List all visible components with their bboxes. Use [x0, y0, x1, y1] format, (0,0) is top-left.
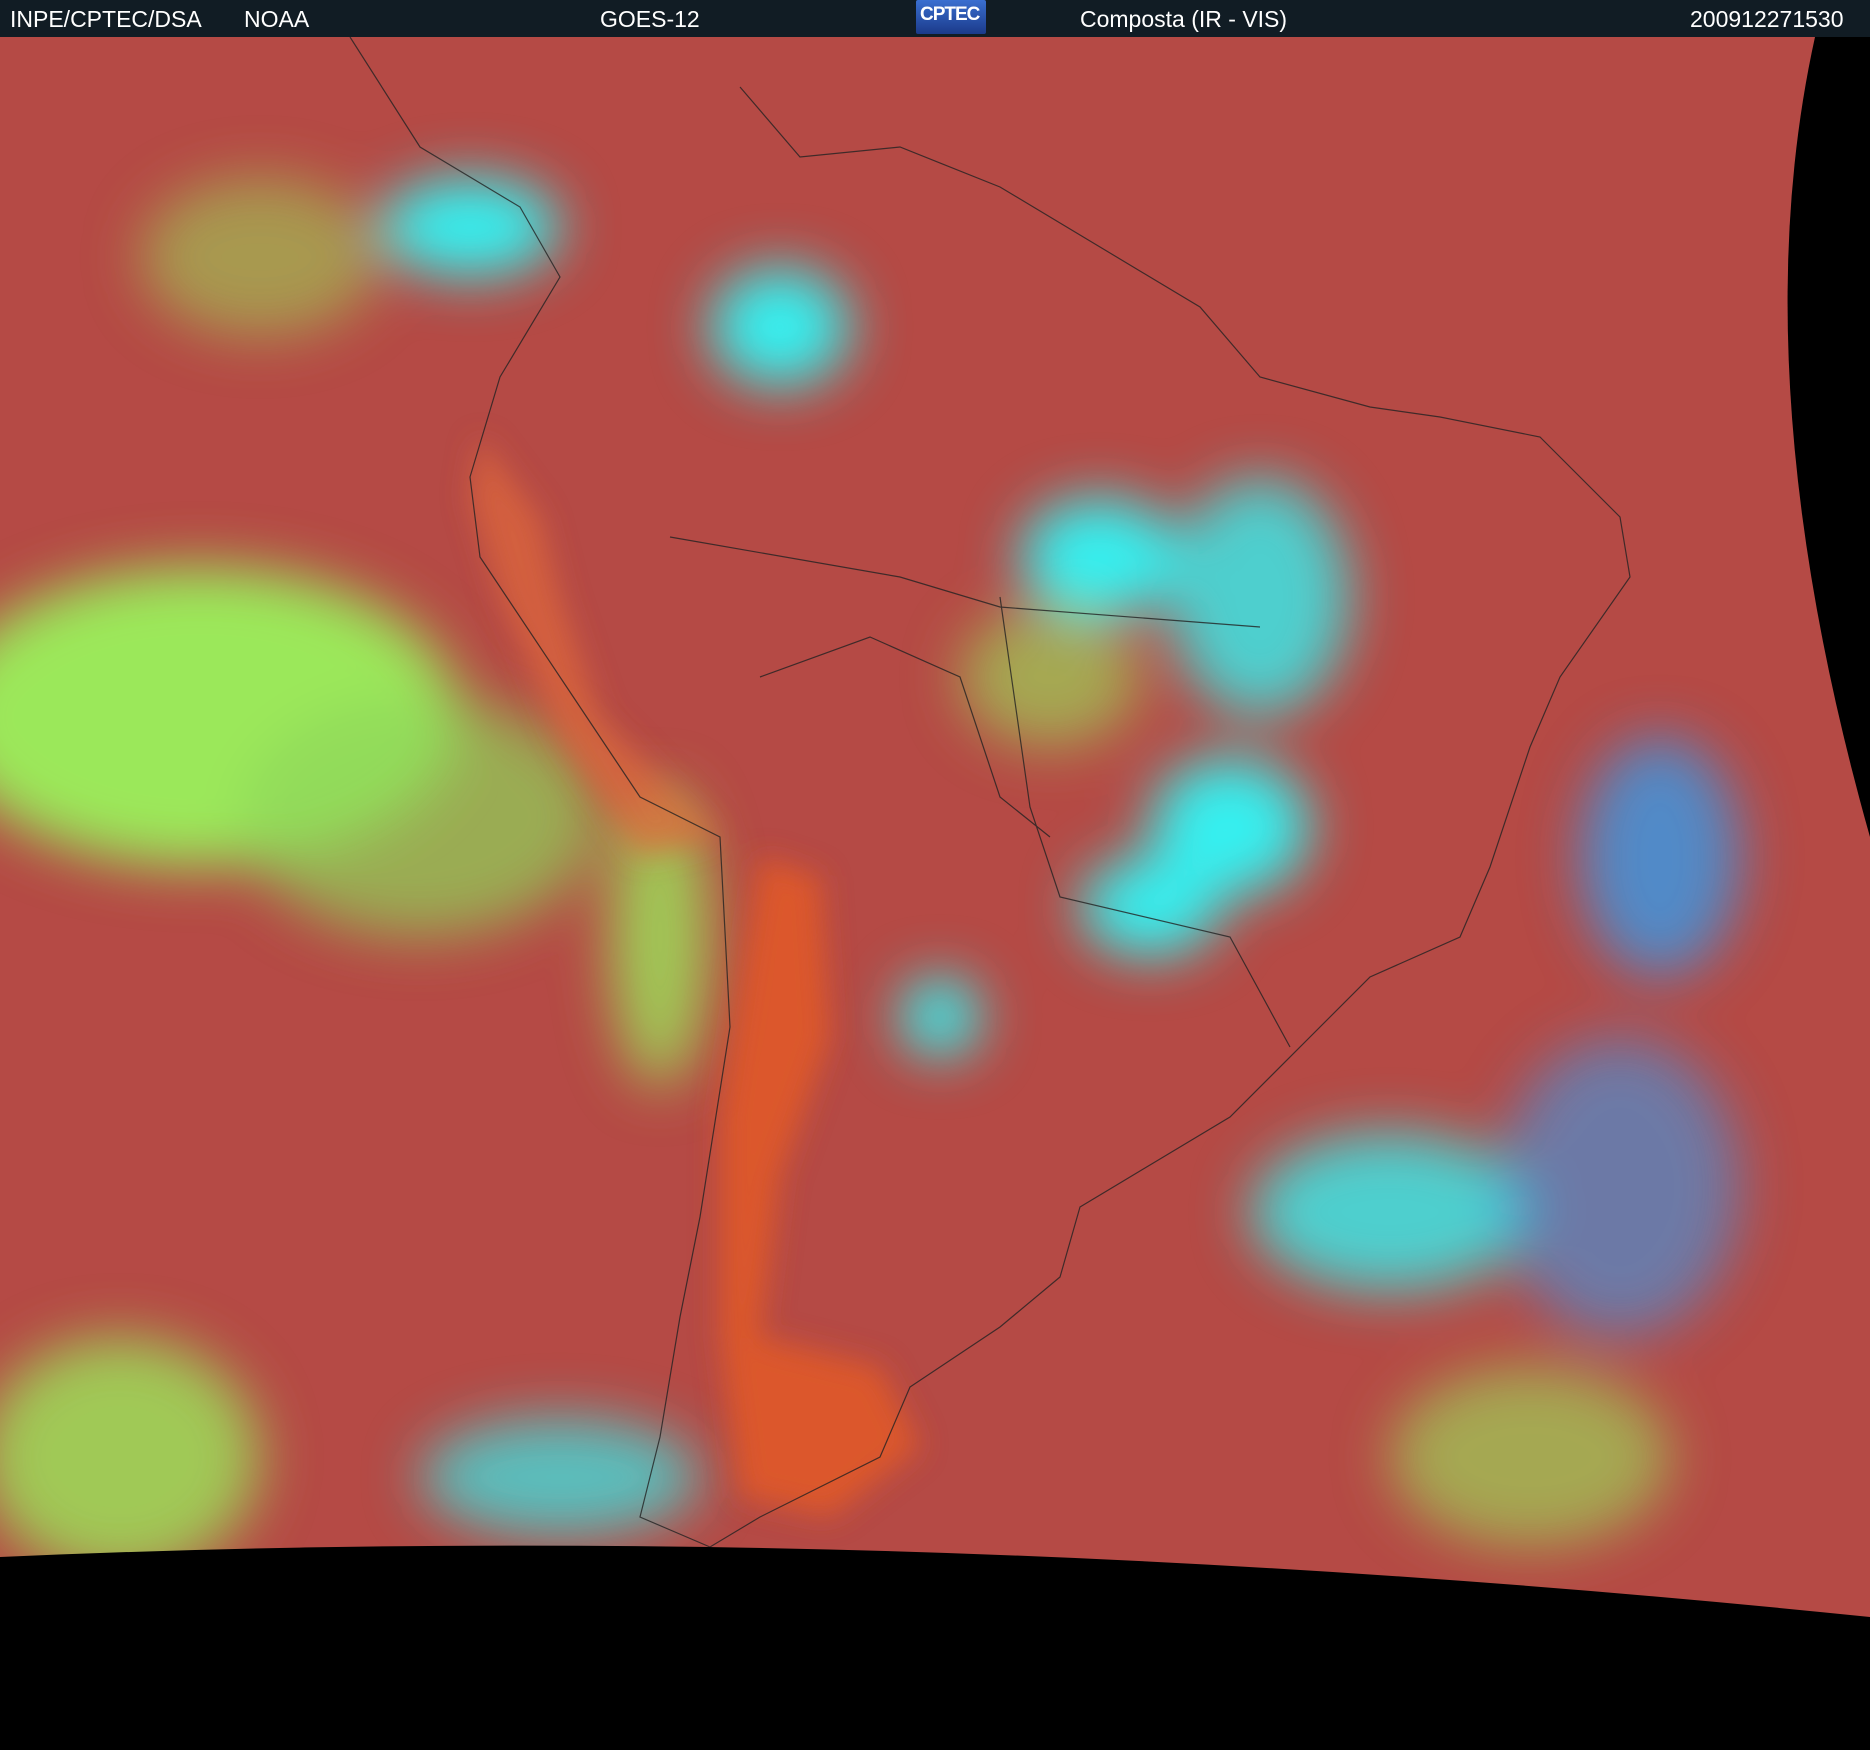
product-label: Composta (IR - VIS) — [1080, 6, 1288, 32]
institution-label: INPE/CPTEC/DSA — [10, 6, 202, 32]
cptec-logo: CPTEC — [916, 0, 986, 34]
agency-label: NOAA — [244, 6, 310, 32]
satellite-label: GOES-12 — [600, 6, 700, 32]
satellite-composite-image — [0, 37, 1870, 1750]
image-header: INPE/CPTEC/DSA NOAA GOES-12 CPTEC Compos… — [0, 0, 1870, 37]
timestamp-label: 200912271530 — [1690, 6, 1844, 32]
